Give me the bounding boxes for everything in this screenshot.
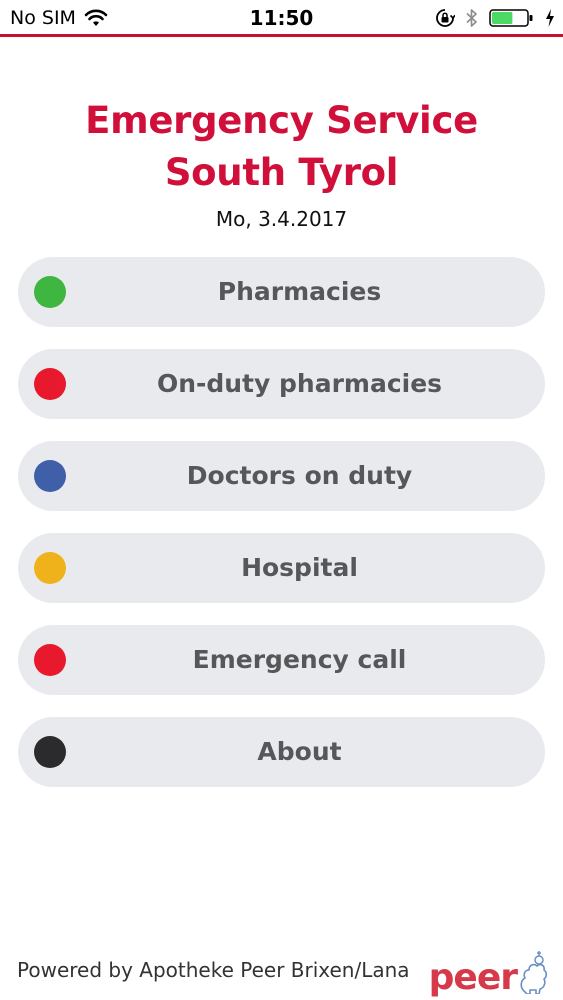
menu-item-label: On-duty pharmacies <box>156 369 443 398</box>
menu-item-label: About <box>257 737 342 766</box>
app-screen: No SIM 11:50 Emergency Service South Tyr… <box>0 0 563 1000</box>
status-icons <box>435 8 555 28</box>
rotation-lock-icon <box>435 8 455 28</box>
menu-item-label: Emergency call <box>192 645 407 674</box>
brand-logo[interactable]: peer <box>429 950 549 998</box>
lamb-icon <box>517 950 549 998</box>
menu-item-pharmacies[interactable]: Pharmacies <box>18 257 545 327</box>
charging-icon <box>545 9 555 27</box>
menu-item-label: Hospital <box>241 553 358 582</box>
menu-item-on-duty-pharmacies[interactable]: On-duty pharmacies <box>18 349 545 419</box>
bluetooth-icon <box>465 8 479 28</box>
battery-icon <box>489 8 535 28</box>
menu-item-label: Pharmacies <box>217 277 382 306</box>
menu-item-emergency-call[interactable]: Emergency call <box>18 625 545 695</box>
powered-by-text: Powered by Apotheke Peer Brixen/Lana <box>17 958 410 982</box>
brand-name: peer <box>428 957 518 998</box>
main-menu: Pharmacies On-duty pharmacies Doctors on… <box>18 257 545 809</box>
menu-item-doctors-on-duty[interactable]: Doctors on duty <box>18 441 545 511</box>
menu-item-about[interactable]: About <box>18 717 545 787</box>
menu-item-label: Doctors on duty <box>186 461 413 490</box>
menu-item-hospital[interactable]: Hospital <box>18 533 545 603</box>
app-title: Emergency Service South Tyrol <box>85 99 478 194</box>
status-bar: No SIM 11:50 <box>0 0 563 37</box>
current-date: Mo, 3.4.2017 <box>215 207 348 231</box>
